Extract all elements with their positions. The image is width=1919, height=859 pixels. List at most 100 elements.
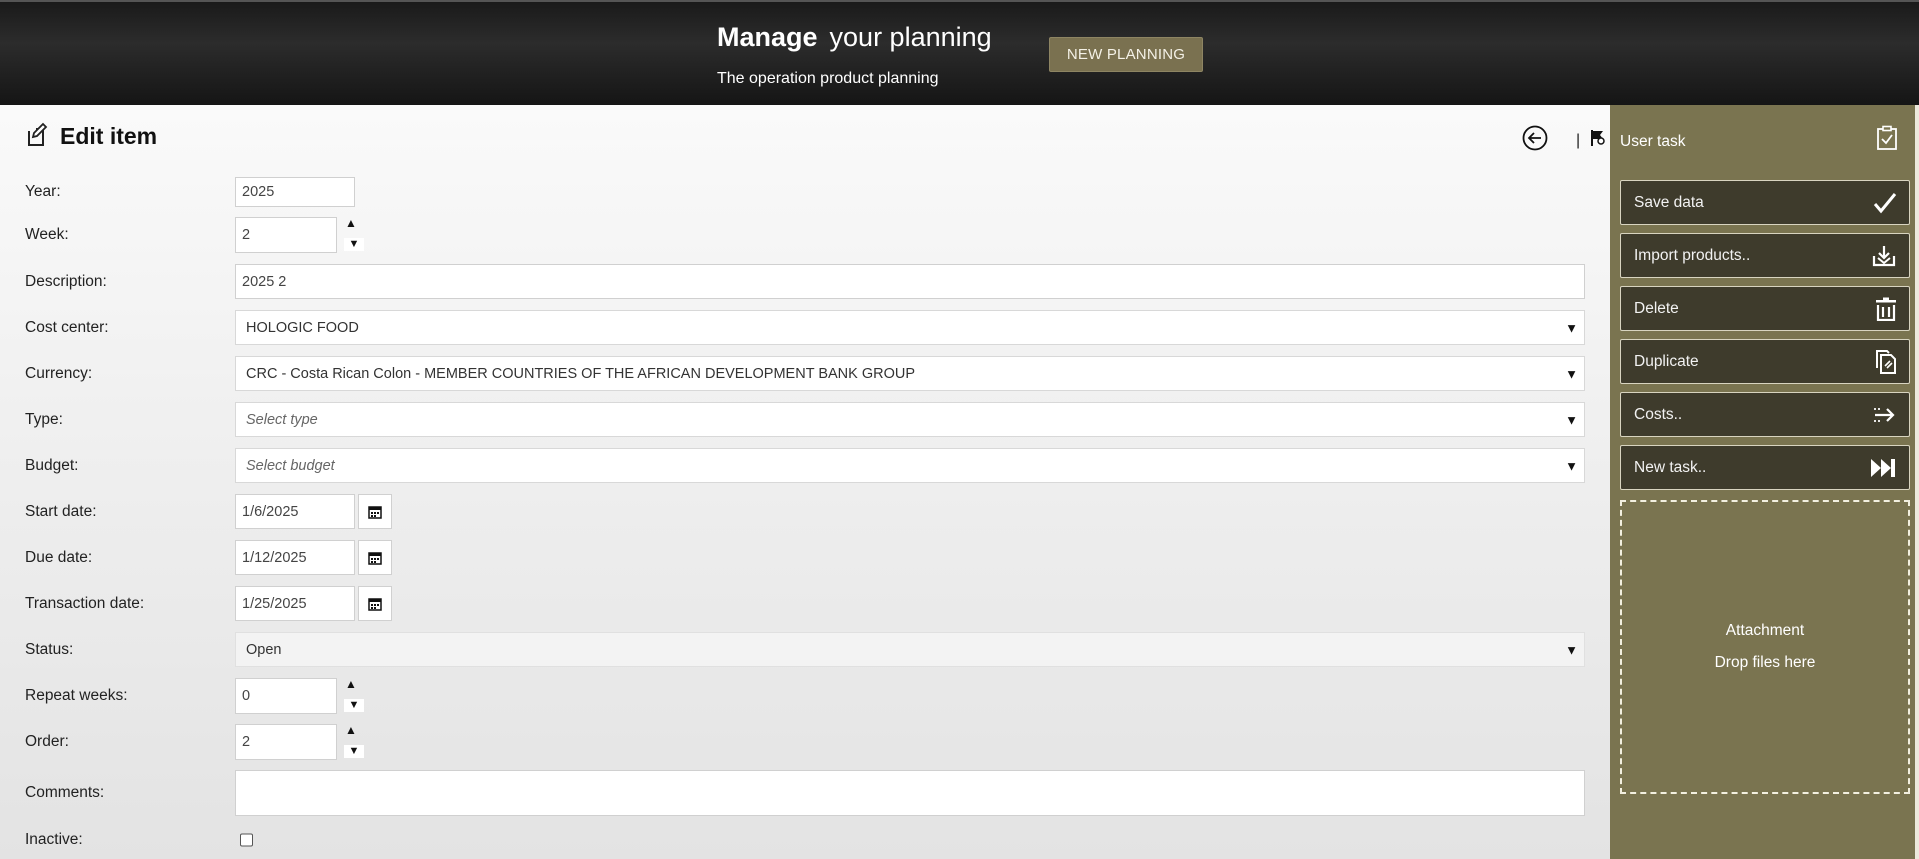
chevron-down-icon[interactable]: ▼ (1565, 412, 1578, 427)
chevron-down-icon[interactable]: ▼ (1565, 366, 1578, 381)
currency-value: CRC - Costa Rican Colon - MEMBER COUNTRI… (246, 365, 916, 382)
delete-button[interactable]: Delete (1620, 286, 1910, 331)
skip-forward-icon (1869, 457, 1897, 479)
description-row: Description: 2025 2 (0, 264, 1610, 299)
calendar-icon[interactable] (358, 540, 392, 575)
currency-select[interactable]: CRC - Costa Rican Colon - MEMBER COUNTRI… (235, 356, 1585, 391)
toolbar-separator: | (1576, 131, 1581, 149)
sidebar-title: User task (1620, 133, 1686, 150)
duplicate-button[interactable]: Duplicate (1620, 339, 1910, 384)
status-row: Status: Open ▼ (0, 632, 1610, 667)
budget-placeholder: Select budget (246, 457, 335, 474)
week-spinner: ▲ ▼ (340, 216, 370, 253)
repeat-weeks-input[interactable]: 0 (235, 678, 337, 714)
import-products-button[interactable]: Import products.. (1620, 233, 1910, 278)
transaction-date-row: Transaction date: 1/25/2025 (0, 586, 1610, 621)
header-title-bold: Manage (717, 22, 818, 52)
year-label: Year: (25, 183, 61, 200)
order-decrement-icon[interactable]: ▼ (344, 745, 364, 758)
order-increment-icon[interactable]: ▲ (336, 723, 366, 737)
checkmark-icon (1873, 192, 1897, 214)
transaction-date-label: Transaction date: (25, 594, 145, 612)
order-input[interactable]: 2 (235, 724, 337, 760)
week-increment-icon[interactable]: ▲ (336, 216, 366, 230)
top-toolbar: | (1522, 125, 1606, 156)
new-planning-button[interactable]: NEW PLANNING (1049, 37, 1203, 72)
chevron-down-icon[interactable]: ▼ (1565, 458, 1578, 473)
budget-row: Budget: Select budget ▼ (0, 448, 1610, 483)
edit-icon (26, 121, 48, 152)
week-label: Week: (25, 226, 69, 243)
inactive-row: Inactive: (0, 826, 1610, 854)
cost-center-value: HOLOGIC FOOD (246, 319, 359, 336)
delete-label: Delete (1634, 299, 1679, 317)
currency-row: Currency: CRC - Costa Rican Colon - MEMB… (0, 356, 1610, 391)
back-arrow-icon[interactable] (1522, 125, 1548, 156)
type-placeholder: Select type (246, 411, 318, 428)
new-task-label: New task.. (1634, 458, 1707, 476)
repeat-weeks-decrement-icon[interactable]: ▼ (344, 699, 364, 712)
attachment-title: Attachment (1725, 622, 1805, 639)
header-subtitle: The operation product planning (717, 70, 939, 87)
description-label: Description: (25, 272, 107, 290)
type-label: Type: (25, 410, 63, 428)
attachment-dropzone[interactable]: Attachment Drop files here (1620, 500, 1910, 794)
repeat-weeks-increment-icon[interactable]: ▲ (336, 677, 366, 691)
scrollbar-edge (1915, 105, 1919, 859)
status-label: Status: (25, 640, 74, 658)
inactive-checkbox[interactable] (240, 833, 253, 847)
save-data-button[interactable]: Save data (1620, 180, 1910, 225)
app-header: Manage your planning The operation produc… (0, 0, 1919, 105)
transfer-arrow-icon (1871, 404, 1897, 426)
chevron-down-icon[interactable]: ▼ (1565, 642, 1578, 657)
budget-select[interactable]: Select budget ▼ (235, 448, 1585, 483)
edit-header: Edit item (26, 121, 157, 152)
status-select[interactable]: Open ▼ (235, 632, 1585, 667)
description-input[interactable]: 2025 2 (235, 264, 1585, 299)
main-panel: Edit item | Year: 2025 Week: 2 ▲ ▼ Descr… (0, 105, 1610, 859)
order-row: Order: 2 ▲ ▼ (0, 723, 1610, 760)
calendar-icon[interactable] (358, 586, 392, 621)
save-data-label: Save data (1634, 193, 1704, 211)
week-decrement-icon[interactable]: ▼ (344, 238, 364, 251)
costs-button[interactable]: Costs.. (1620, 392, 1910, 437)
chevron-down-icon[interactable]: ▼ (1565, 320, 1578, 335)
budget-label: Budget: (25, 456, 79, 474)
comments-label: Comments: (25, 784, 105, 801)
start-date-label: Start date: (25, 502, 97, 520)
year-input[interactable]: 2025 (235, 177, 355, 207)
status-value: Open (246, 641, 282, 658)
type-row: Type: Select type ▼ (0, 402, 1610, 437)
header-title-rest: your planning (829, 22, 992, 52)
transaction-date-input[interactable]: 1/25/2025 (235, 586, 355, 621)
currency-label: Currency: (25, 364, 93, 382)
type-select[interactable]: Select type ▼ (235, 402, 1585, 437)
cost-center-label: Cost center: (25, 318, 109, 336)
inactive-label: Inactive: (25, 831, 83, 848)
repeat-weeks-row: Repeat weeks: 0 ▲ ▼ (0, 677, 1610, 714)
week-input[interactable]: 2 (235, 217, 337, 253)
due-date-row: Due date: 1/12/2025 (0, 540, 1610, 575)
calendar-icon[interactable] (358, 494, 392, 529)
duplicate-icon (1875, 349, 1897, 375)
new-task-button[interactable]: New task.. (1620, 445, 1910, 490)
header-title: Manage your planning (717, 22, 992, 53)
comments-row: Comments: (0, 770, 1610, 816)
attachment-hint: Drop files here (1714, 654, 1816, 671)
repeat-weeks-label: Repeat weeks: (25, 687, 128, 704)
cost-center-row: Cost center: HOLOGIC FOOD ▼ (0, 310, 1610, 345)
download-icon (1871, 244, 1897, 268)
page-title: Edit item (60, 123, 158, 149)
flag-settings-icon[interactable] (1590, 129, 1606, 152)
comments-textarea[interactable] (235, 770, 1585, 816)
cost-center-select[interactable]: HOLOGIC FOOD ▼ (235, 310, 1585, 345)
due-date-input[interactable]: 1/12/2025 (235, 540, 355, 575)
import-products-label: Import products.. (1634, 246, 1751, 264)
start-date-input[interactable]: 1/6/2025 (235, 494, 355, 529)
costs-label: Costs.. (1634, 405, 1683, 423)
duplicate-label: Duplicate (1634, 352, 1699, 370)
trash-icon (1875, 297, 1897, 321)
year-row: Year: 2025 (0, 177, 1610, 207)
order-label: Order: (25, 733, 69, 750)
start-date-row: Start date: 1/6/2025 (0, 494, 1610, 529)
